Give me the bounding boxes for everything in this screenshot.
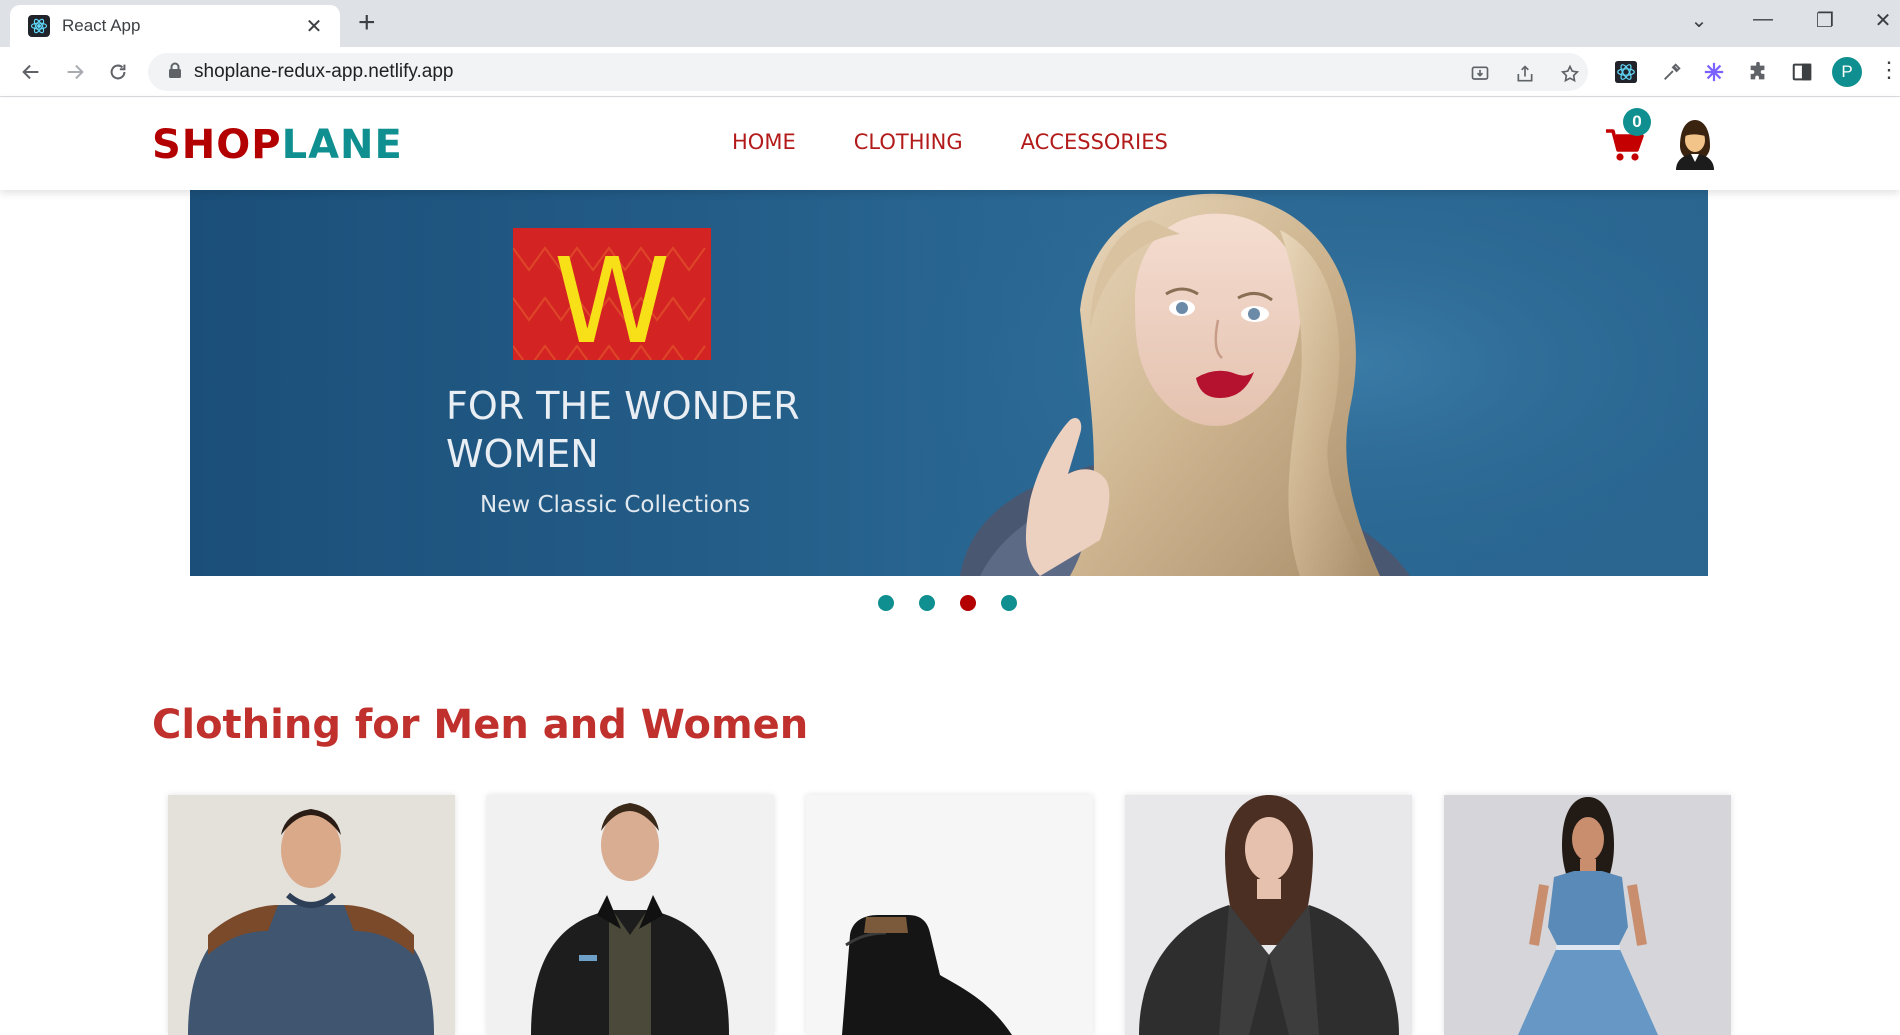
product-grid: [168, 795, 1731, 1035]
carousel-dot-1[interactable]: [878, 595, 894, 611]
section-title: Clothing for Men and Women: [152, 702, 809, 748]
user-avatar-icon[interactable]: [1672, 116, 1718, 170]
cart-count-badge: 0: [1623, 108, 1651, 136]
mens-jacket-card[interactable]: [487, 795, 774, 1035]
womens-leather-jacket-image: [1125, 795, 1412, 1035]
close-tab-icon[interactable]: ✕: [302, 14, 326, 39]
mens-sweater-card[interactable]: [168, 795, 455, 1035]
bookmark-star-icon[interactable]: [1558, 62, 1582, 86]
react-devtools-icon[interactable]: [1612, 58, 1640, 86]
profile-avatar[interactable]: P: [1832, 57, 1862, 87]
close-window-icon[interactable]: ✕: [1868, 8, 1898, 33]
site-logo[interactable]: SHOPLANE: [152, 122, 403, 168]
boot-image: [806, 795, 1093, 1035]
denim-dress-image: [1444, 795, 1731, 1035]
main-nav: HOME CLOTHING ACCESSORIES: [732, 130, 1168, 154]
puzzle-extensions-icon[interactable]: [1744, 58, 1772, 86]
carousel-dot-2[interactable]: [919, 595, 935, 611]
site-header: SHOPLANE HOME CLOTHING ACCESSORIES 0: [0, 98, 1900, 190]
eyedropper-icon[interactable]: [1658, 58, 1686, 86]
carousel-dots: [878, 595, 1017, 611]
womens-leather-jacket-card[interactable]: [1125, 795, 1412, 1035]
mens-jacket-image: [487, 795, 774, 1035]
banner-title: FOR THE WONDER WOMEN: [446, 384, 800, 476]
tab-title: React App: [62, 16, 141, 35]
nav-clothing[interactable]: CLOTHING: [854, 130, 963, 154]
browser-toolbar: shoplane-redux-app.netlify.app P ⋮: [0, 47, 1900, 97]
url-text: shoplane-redux-app.netlify.app: [194, 61, 454, 82]
w-brand-logo: W: [513, 228, 711, 360]
banner-model-image: [920, 190, 1708, 576]
tab-search-icon[interactable]: ⌄: [1684, 8, 1714, 33]
browser-tabstrip: React App ✕ + ⌄ — ❐ ✕: [0, 0, 1900, 47]
boot-card[interactable]: [806, 795, 1093, 1035]
banner-subtitle: New Classic Collections: [480, 492, 751, 518]
address-bar[interactable]: shoplane-redux-app.netlify.app: [148, 53, 1588, 91]
minimize-icon[interactable]: —: [1748, 8, 1778, 31]
browser-tab[interactable]: React App ✕: [10, 5, 340, 47]
nav-home[interactable]: HOME: [732, 130, 796, 154]
w-brand-letter: W: [554, 232, 671, 360]
hero-banner[interactable]: W FOR THE WONDER WOMEN New Classic Colle…: [190, 190, 1708, 576]
colorful-extension-icon[interactable]: [1700, 58, 1728, 86]
logo-lane: LANE: [281, 122, 403, 168]
restore-icon[interactable]: ❐: [1810, 8, 1840, 33]
mens-sweater-image: [168, 795, 455, 1035]
logo-shop: SHOP: [152, 122, 282, 168]
lock-icon: [168, 62, 182, 83]
share-icon[interactable]: [1513, 62, 1537, 86]
reload-icon[interactable]: [103, 57, 133, 87]
new-tab-button[interactable]: +: [358, 8, 376, 38]
install-icon[interactable]: [1468, 62, 1492, 86]
forward-icon[interactable]: [60, 57, 90, 87]
back-icon[interactable]: [16, 57, 46, 87]
nav-accessories[interactable]: ACCESSORIES: [1021, 130, 1168, 154]
menu-icon[interactable]: ⋮: [1878, 59, 1900, 81]
carousel-dot-3[interactable]: [960, 595, 976, 611]
denim-dress-card[interactable]: [1444, 795, 1731, 1035]
react-icon: [28, 15, 50, 37]
carousel-dot-4[interactable]: [1001, 595, 1017, 611]
side-panel-icon[interactable]: [1788, 58, 1816, 86]
